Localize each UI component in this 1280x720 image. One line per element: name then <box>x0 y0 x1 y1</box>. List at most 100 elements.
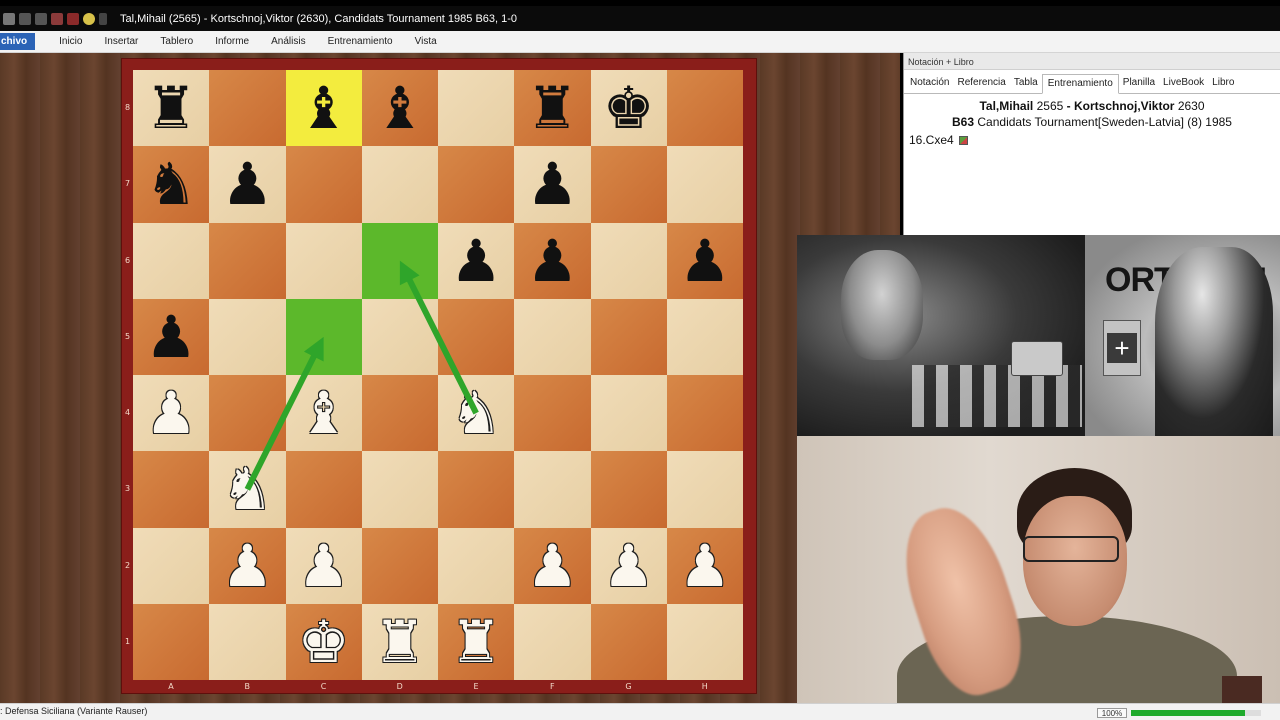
square-h6[interactable]: ♟ <box>666 222 743 299</box>
black-pawn-icon[interactable]: ♟ <box>221 155 273 213</box>
square-d1[interactable]: ♜ <box>361 603 438 680</box>
square-a7[interactable]: ♞ <box>133 146 210 223</box>
white-pawn-icon[interactable]: ♟ <box>298 537 350 595</box>
square-d6[interactable] <box>361 222 438 299</box>
square-c8[interactable]: ♝ <box>285 70 362 147</box>
square-d8[interactable]: ♝ <box>361 70 438 147</box>
square-f1[interactable] <box>514 603 591 680</box>
ribbon-tab-tablero[interactable]: Tablero <box>160 36 193 47</box>
square-e2[interactable] <box>438 527 515 604</box>
ribbon-tab-entrenamiento[interactable]: Entrenamiento <box>328 36 393 47</box>
board-diagram-icon[interactable] <box>958 135 968 145</box>
ribbon-tab-informe[interactable]: Informe <box>215 36 249 47</box>
white-pawn-icon[interactable]: ♟ <box>221 537 273 595</box>
square-h7[interactable] <box>666 146 743 223</box>
square-b8[interactable] <box>209 70 286 147</box>
square-c7[interactable] <box>285 146 362 223</box>
panel-tab-referencia[interactable]: Referencia <box>953 77 1009 93</box>
square-f2[interactable]: ♟ <box>514 527 591 604</box>
black-rook-icon[interactable]: ♜ <box>145 79 197 137</box>
ribbon-tab-insertar[interactable]: Insertar <box>104 36 138 47</box>
square-g3[interactable] <box>590 451 667 528</box>
white-pawn-icon[interactable]: ♟ <box>603 537 655 595</box>
panel-tab-livebook[interactable]: LiveBook <box>1159 77 1208 93</box>
square-d2[interactable] <box>361 527 438 604</box>
move-text[interactable]: 16.Cxe4 <box>909 133 954 147</box>
square-a3[interactable] <box>133 451 210 528</box>
dropdown-icon[interactable] <box>99 12 107 25</box>
square-g6[interactable] <box>590 222 667 299</box>
white-knight-icon[interactable]: ♞ <box>450 384 502 442</box>
black-pawn-icon[interactable]: ♟ <box>450 232 502 290</box>
square-g7[interactable] <box>590 146 667 223</box>
square-f7[interactable]: ♟ <box>514 146 591 223</box>
zoom-slider[interactable] <box>1131 710 1261 716</box>
panel-tab-libro[interactable]: Libro <box>1208 77 1238 93</box>
square-d4[interactable] <box>361 375 438 452</box>
panel-tab-entrenamiento[interactable]: Entrenamiento <box>1041 74 1119 94</box>
black-pawn-icon[interactable]: ♟ <box>679 232 731 290</box>
square-a8[interactable]: ♜ <box>133 70 210 147</box>
square-c1[interactable]: ♚ <box>285 603 362 680</box>
panel-tab-tabla[interactable]: Tabla <box>1010 77 1042 93</box>
lightbulb-icon[interactable] <box>83 12 95 25</box>
square-d3[interactable] <box>361 451 438 528</box>
black-player[interactable]: Kortschnoj,Viktor <box>1074 99 1174 113</box>
black-bishop-icon[interactable]: ♝ <box>374 79 426 137</box>
square-f6[interactable]: ♟ <box>514 222 591 299</box>
white-pawn-icon[interactable]: ♟ <box>145 384 197 442</box>
square-b4[interactable] <box>209 375 286 452</box>
square-g1[interactable] <box>590 603 667 680</box>
square-a5[interactable]: ♟ <box>133 298 210 375</box>
square-e7[interactable] <box>438 146 515 223</box>
square-b5[interactable] <box>209 298 286 375</box>
engine-icon[interactable] <box>67 12 79 25</box>
square-f3[interactable] <box>514 451 591 528</box>
square-b3[interactable]: ♞ <box>209 451 286 528</box>
white-pawn-icon[interactable]: ♟ <box>679 537 731 595</box>
square-h1[interactable] <box>666 603 743 680</box>
square-g4[interactable] <box>590 375 667 452</box>
square-c4[interactable]: ♝ <box>285 375 362 452</box>
black-pawn-icon[interactable]: ♟ <box>526 232 578 290</box>
black-knight-icon[interactable]: ♞ <box>145 155 197 213</box>
square-b7[interactable]: ♟ <box>209 146 286 223</box>
square-a6[interactable] <box>133 222 210 299</box>
square-f4[interactable] <box>514 375 591 452</box>
file-menu-tab[interactable]: chivo <box>0 33 36 50</box>
square-a1[interactable] <box>133 603 210 680</box>
panel-tab-notaci-n[interactable]: Notación <box>906 77 953 93</box>
square-d7[interactable] <box>361 146 438 223</box>
white-player[interactable]: Tal,Mihail <box>979 99 1033 113</box>
square-g8[interactable]: ♚ <box>590 70 667 147</box>
square-g5[interactable] <box>590 298 667 375</box>
square-f5[interactable] <box>514 298 591 375</box>
white-pawn-icon[interactable]: ♟ <box>526 537 578 595</box>
square-e8[interactable] <box>438 70 515 147</box>
square-c3[interactable] <box>285 451 362 528</box>
app-menu-icon[interactable] <box>3 12 15 25</box>
square-h5[interactable] <box>666 298 743 375</box>
square-b6[interactable] <box>209 222 286 299</box>
white-rook-icon[interactable]: ♜ <box>374 613 426 671</box>
ribbon-tab-an-lisis[interactable]: Análisis <box>271 36 305 47</box>
square-c2[interactable]: ♟ <box>285 527 362 604</box>
square-f8[interactable]: ♜ <box>514 70 591 147</box>
square-h8[interactable] <box>666 70 743 147</box>
black-bishop-icon[interactable]: ♝ <box>298 79 350 137</box>
redo-icon[interactable] <box>35 12 47 25</box>
panel-tab-planilla[interactable]: Planilla <box>1119 77 1159 93</box>
square-h2[interactable]: ♟ <box>666 527 743 604</box>
square-b2[interactable]: ♟ <box>209 527 286 604</box>
black-king-icon[interactable]: ♚ <box>603 79 655 137</box>
white-king-icon[interactable]: ♚ <box>298 613 350 671</box>
black-pawn-icon[interactable]: ♟ <box>526 155 578 213</box>
square-e1[interactable]: ♜ <box>438 603 515 680</box>
square-c5[interactable] <box>285 298 362 375</box>
square-a4[interactable]: ♟ <box>133 375 210 452</box>
square-a2[interactable] <box>133 527 210 604</box>
white-rook-icon[interactable]: ♜ <box>450 613 502 671</box>
chess-board[interactable]: ♜ ♝ ♝ ♜ ♚ ♞ ♟ ♟ ♟ ♟ ♟ ♟ ♟ ♝ ♞ ♞ ♟ ♟ ♟ ♟ ♟ ♚ ♜ ♜ <box>133 70 743 680</box>
black-pawn-icon[interactable]: ♟ <box>145 308 197 366</box>
square-e5[interactable] <box>438 298 515 375</box>
